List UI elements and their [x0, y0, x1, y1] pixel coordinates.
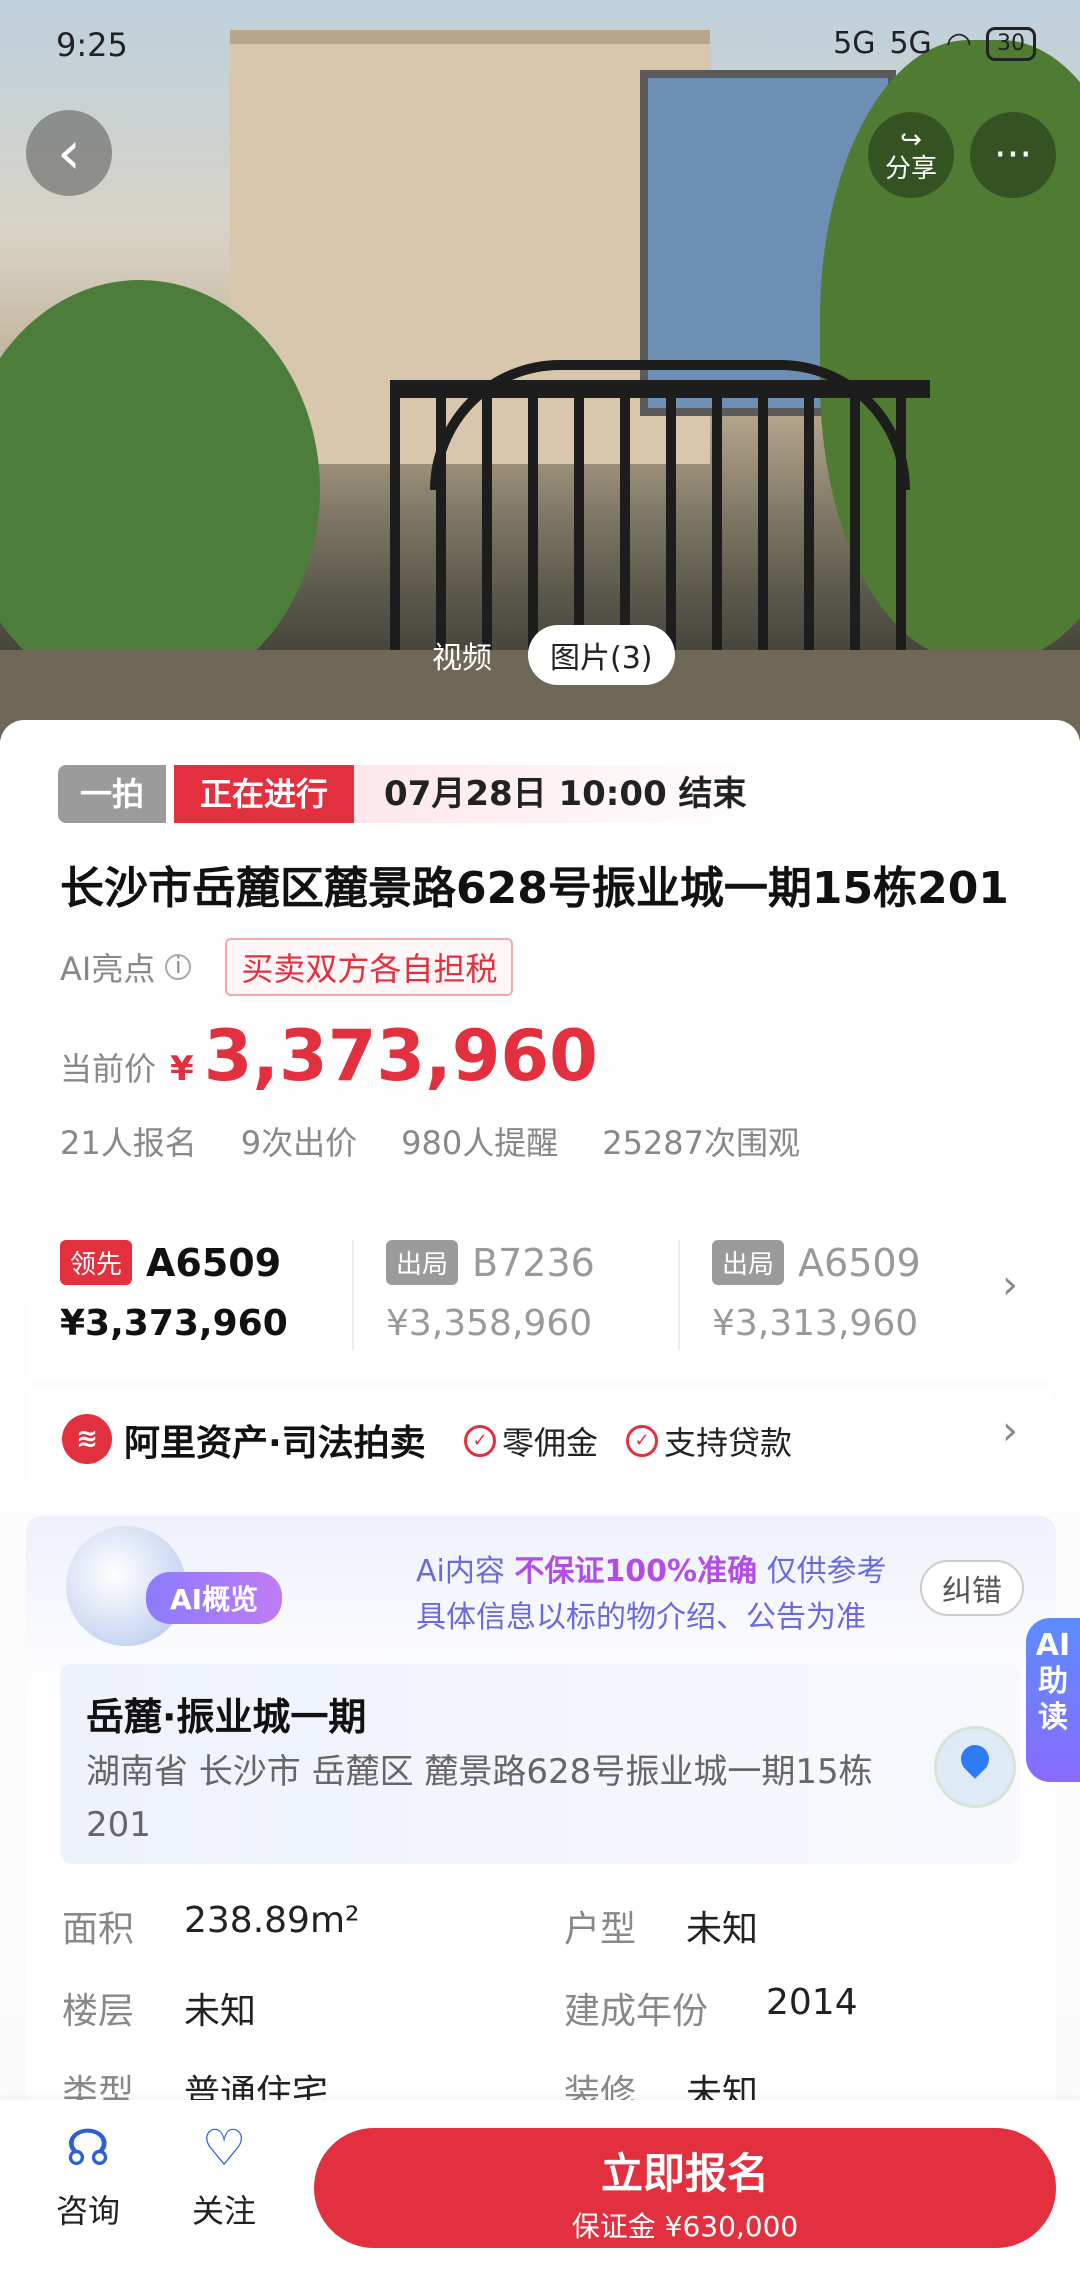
share-icon: ↪: [900, 125, 922, 156]
ai-highlights-row: AI亮点 i 买卖双方各自担税: [60, 938, 514, 996]
platform-name: 阿里资产·司法拍卖: [124, 1423, 426, 1464]
price-label: 当前价: [60, 1050, 157, 1088]
bidder-id: B7236: [472, 1240, 595, 1285]
more-button[interactable]: ···: [970, 112, 1056, 198]
bid-amount: ¥3,358,960: [386, 1303, 593, 1344]
heart-icon: ♡: [201, 2119, 247, 2177]
property-title: 长沙市岳麓区麓景路628号振业城一期15栋201: [60, 863, 1009, 914]
community-name: 岳麓·振业城一期: [86, 1695, 367, 1739]
check-icon: ✓: [626, 1425, 658, 1457]
property-value: 238.89m²: [184, 1900, 360, 1941]
register-now-button[interactable]: 立即报名 保证金 ¥630,000: [314, 2128, 1056, 2248]
bid-status-tag: 出局: [386, 1240, 459, 1285]
ai-disclaimer-line2: 具体信息以标的物介绍、公告为准: [416, 1600, 866, 1635]
ai-helper-text: AI: [1035, 1628, 1071, 1663]
feature-loan-support: ✓ 支持贷款: [626, 1418, 792, 1464]
signal-icon: 5G: [833, 26, 876, 61]
ai-overview-badge: AI概览: [146, 1572, 283, 1624]
tab-video[interactable]: 视频: [410, 625, 514, 685]
disclaimer-highlight: 不保证100%准确: [514, 1554, 758, 1589]
disclaimer-suffix: 仅供参考: [766, 1554, 887, 1589]
bid-status-tag: 领先: [60, 1240, 133, 1285]
bidder-id: A6509: [146, 1240, 282, 1285]
bid-status-tag: 出局: [712, 1240, 785, 1285]
wifi-icon: ◠: [945, 26, 972, 61]
chevron-left-icon: ‹: [57, 118, 81, 188]
tab-images[interactable]: 图片(3): [528, 625, 675, 685]
platform-card[interactable]: ≋ 阿里资产·司法拍卖 ✓ 零佣金 ✓ 支持贷款 ›: [26, 1388, 1056, 1488]
bid-amount: ¥3,313,960: [712, 1303, 919, 1344]
ali-auction-logo-icon: ≋: [62, 1414, 112, 1464]
property-value: 2014: [766, 1982, 858, 2023]
current-price: 当前价 ¥ 3,373,960: [60, 1015, 598, 1097]
status-tag: 正在进行: [174, 765, 355, 823]
full-address: 湖南省 长沙市 岳麓区 麓景路628号振业城一期15栋201: [86, 1752, 873, 1845]
consult-label: 咨询: [55, 2192, 120, 2230]
stat-reminders: 980人提醒: [401, 1124, 559, 1162]
map-pin-icon[interactable]: [934, 1726, 1016, 1808]
ai-highlights-label: AI亮点: [60, 950, 156, 988]
check-icon: ✓: [464, 1425, 496, 1457]
end-time: 07月28日 10:00 结束: [354, 765, 777, 823]
bid-record: 领先 A6509 ¥3,373,960: [60, 1240, 288, 1344]
more-icon: ···: [993, 132, 1033, 178]
property-label: 楼层: [62, 1991, 135, 2032]
stat-signups: 21人报名: [60, 1124, 197, 1162]
property-label: 面积: [62, 1909, 135, 1950]
signal-icon: 5G: [889, 26, 932, 61]
bid-record: 出局 A6509 ¥3,313,960: [712, 1240, 921, 1344]
ai-reading-assistant-button[interactable]: AI 助 读: [1026, 1618, 1080, 1782]
report-error-button[interactable]: 纠错: [920, 1560, 1024, 1616]
deposit-label: 保证金 ¥630,000: [571, 2210, 799, 2243]
feature-label: 支持贷款: [664, 1424, 793, 1462]
ai-overview-card: AI概览 Ai内容 不保证100%准确 仅供参考 具体信息以标的物介绍、公告为准…: [26, 1516, 1056, 2136]
cta-label: 立即报名: [600, 2149, 769, 2198]
chevron-right-icon: ›: [1002, 1262, 1018, 1308]
battery-icon: 30: [986, 26, 1036, 61]
stat-views: 25287次围观: [602, 1124, 801, 1162]
divider: [352, 1240, 354, 1350]
headset-icon: ☊: [65, 2119, 111, 2177]
price-value: 3,373,960: [203, 1015, 598, 1097]
back-button[interactable]: ‹: [26, 110, 112, 196]
tax-tag: 买卖双方各自担税: [225, 938, 514, 996]
chevron-right-icon: ›: [1002, 1408, 1018, 1454]
info-icon[interactable]: i: [165, 954, 192, 980]
property-label: 户型: [564, 1909, 637, 1950]
property-value: 未知: [184, 1991, 257, 2032]
auction-status-row: 一拍 正在进行 07月28日 10:00 结束: [58, 765, 777, 823]
status-time: 9:25: [56, 26, 128, 64]
bidder-id: A6509: [798, 1240, 921, 1285]
feature-label: 零佣金: [502, 1424, 599, 1462]
address-box[interactable]: 岳麓·振业城一期 湖南省 长沙市 岳麓区 麓景路628号振业城一期15栋201: [60, 1664, 1020, 1864]
stat-bids: 9次出价: [240, 1124, 358, 1162]
status-indicators: 5G 5G ◠ 30: [833, 26, 1036, 61]
feature-zero-commission: ✓ 零佣金: [464, 1418, 598, 1464]
auction-stats: 21人报名 9次出价 980人提醒 25287次围观: [60, 1118, 800, 1164]
bid-records-card[interactable]: 领先 A6509 ¥3,373,960 出局 B7236 ¥3,358,960 …: [26, 1200, 1056, 1382]
property-label: 建成年份: [564, 1991, 709, 2032]
property-value: 未知: [686, 1909, 759, 1950]
ai-disclaimer: Ai内容 不保证100%准确 仅供参考: [416, 1546, 887, 1590]
share-label: 分享: [884, 154, 937, 184]
round-tag: 一拍: [58, 765, 167, 823]
ai-helper-text: 读: [1038, 1700, 1068, 1735]
disclaimer-prefix: Ai内容: [416, 1554, 505, 1589]
divider: [678, 1240, 680, 1350]
ai-helper-text: 助: [1038, 1664, 1068, 1699]
bid-record: 出局 B7236 ¥3,358,960: [386, 1240, 595, 1344]
follow-label: 关注: [191, 2192, 256, 2230]
follow-button[interactable]: ♡ 关注: [174, 2118, 274, 2232]
bottom-action-bar: ☊ 咨询 ♡ 关注 立即报名 保证金 ¥630,000: [0, 2100, 1080, 2271]
share-button[interactable]: ↪ 分享: [868, 112, 954, 198]
price-currency: ¥: [170, 1049, 194, 1089]
consult-button[interactable]: ☊ 咨询: [38, 2118, 138, 2232]
bid-amount: ¥3,373,960: [60, 1303, 288, 1344]
media-tabs: 视频 图片(3): [410, 625, 675, 685]
